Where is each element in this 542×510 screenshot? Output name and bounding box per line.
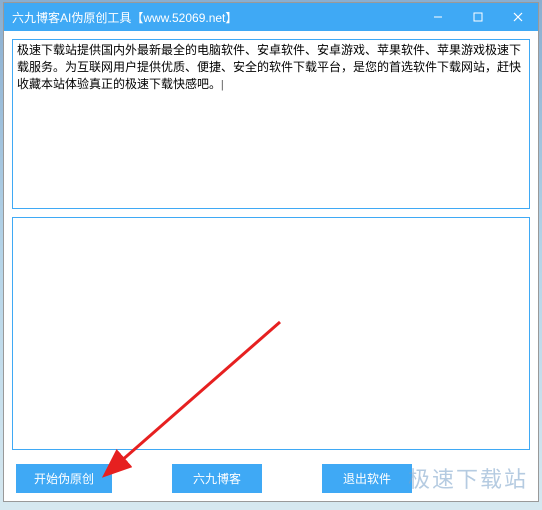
button-bar: 开始伪原创 六九博客 退出软件 xyxy=(4,458,538,501)
maximize-button[interactable] xyxy=(458,3,498,31)
minimize-button[interactable] xyxy=(418,3,458,31)
minimize-icon xyxy=(433,12,443,22)
maximize-icon xyxy=(473,12,483,22)
window-controls xyxy=(418,3,538,31)
output-textarea[interactable] xyxy=(12,217,530,450)
content-area xyxy=(4,31,538,458)
exit-button[interactable]: 退出软件 xyxy=(322,464,412,493)
input-textarea[interactable] xyxy=(12,39,530,209)
close-button[interactable] xyxy=(498,3,538,31)
titlebar: 六九博客AI伪原创工具【www.52069.net】 xyxy=(4,3,538,31)
blog-button[interactable]: 六九博客 xyxy=(172,464,262,493)
close-icon xyxy=(513,12,523,22)
app-window: 六九博客AI伪原创工具【www.52069.net】 开始伪原创 六九博客 退出… xyxy=(3,2,539,502)
start-button[interactable]: 开始伪原创 xyxy=(16,464,112,493)
window-title: 六九博客AI伪原创工具【www.52069.net】 xyxy=(12,9,237,26)
